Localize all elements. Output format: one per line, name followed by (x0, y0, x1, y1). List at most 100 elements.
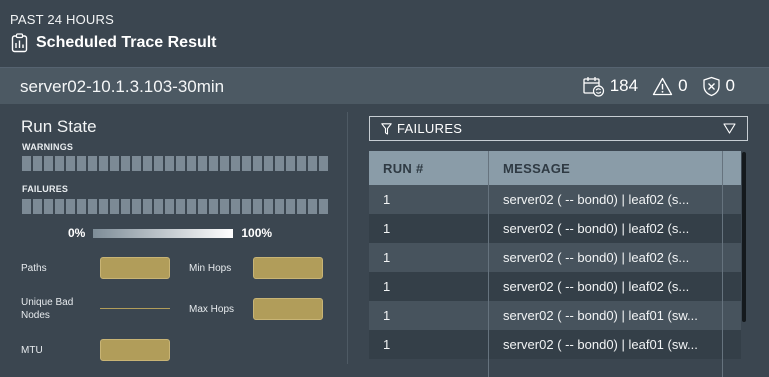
heatmap-cell[interactable] (209, 199, 218, 214)
message-cell: server02 ( -- bond0) | leaf01 (sw... (503, 337, 698, 352)
heatmap-cell[interactable] (209, 156, 218, 171)
heatmap-cell[interactable] (286, 199, 295, 214)
heatmap-cell[interactable] (121, 199, 130, 214)
message-cell: server02 ( -- bond0) | leaf02 (s... (503, 221, 690, 236)
filter-dropdown[interactable]: FAILURES (369, 116, 748, 141)
calendar-refresh-icon (583, 76, 604, 97)
table-row[interactable]: 1 server02 ( -- bond0) | leaf02 (s... (369, 214, 742, 243)
table-row[interactable]: 1 server02 ( -- bond0) | leaf01 (sw... (369, 330, 742, 359)
heatmap-cell[interactable] (297, 199, 306, 214)
run-number-cell: 1 (383, 279, 391, 294)
heatmap-cell[interactable] (176, 156, 185, 171)
run-number-cell: 1 (383, 250, 391, 265)
table-row[interactable]: 1 server02 ( -- bond0) | leaf02 (s... (369, 243, 742, 272)
min-hops-value-bar (253, 257, 323, 279)
heatmap-cell[interactable] (77, 199, 86, 214)
column-header-run[interactable]: RUN # (383, 161, 424, 176)
shield-x-icon (702, 76, 720, 96)
heatmap-cell[interactable] (308, 199, 317, 214)
unique-bad-nodes-label: Unique Bad Nodes (21, 297, 74, 321)
panel-divider (347, 112, 348, 364)
heatmap-cell[interactable] (242, 199, 251, 214)
heatmap-cell[interactable] (264, 199, 273, 214)
run-count-value: 184 (609, 76, 639, 95)
table-row[interactable]: 1 server02 ( -- bond0) | leaf01 (sw... (369, 301, 742, 330)
heatmap-legend: 0% 100% (68, 226, 272, 240)
heatmap-cell[interactable] (275, 199, 284, 214)
table-row[interactable]: 1 server02 ( -- bond0) | leaf02 (s... (369, 272, 742, 301)
max-hops-value-bar (253, 298, 323, 320)
legend-min: 0% (68, 226, 86, 240)
heatmap-cell[interactable] (176, 199, 185, 214)
heatmap-cell[interactable] (253, 199, 262, 214)
heatmap-cell[interactable] (220, 156, 229, 171)
heatmap-cell[interactable] (319, 199, 328, 214)
heatmap-cell[interactable] (198, 156, 207, 171)
message-cell: server02 ( -- bond0) | leaf02 (s... (503, 279, 690, 294)
heatmap-cell[interactable] (143, 199, 152, 214)
heatmap-cell[interactable] (187, 199, 196, 214)
heatmap-cell[interactable] (253, 156, 262, 171)
title-row: Scheduled Trace Result (11, 32, 217, 54)
heatmap-cell[interactable] (22, 156, 31, 171)
heatmap-cell[interactable] (264, 156, 273, 171)
heatmap-cell[interactable] (110, 199, 119, 214)
heatmap-cell[interactable] (165, 156, 174, 171)
heatmap-cell[interactable] (154, 199, 163, 214)
paths-value-bar (100, 257, 170, 279)
run-number-cell: 1 (383, 308, 391, 323)
message-cell: server02 ( -- bond0) | leaf02 (s... (503, 250, 690, 265)
heatmap-cell[interactable] (242, 156, 251, 171)
heatmap-cell[interactable] (77, 156, 86, 171)
failures-label: FAILURES (22, 184, 69, 194)
heatmap-cell[interactable] (231, 156, 240, 171)
heatmap-cell[interactable] (99, 199, 108, 214)
heatmap-cell[interactable] (231, 199, 240, 214)
legend-max: 100% (241, 226, 273, 240)
heatmap-cell[interactable] (220, 199, 229, 214)
heatmap-cell[interactable] (132, 199, 141, 214)
column-divider (722, 151, 723, 377)
heatmap-cell[interactable] (22, 199, 31, 214)
heatmap-cell[interactable] (165, 199, 174, 214)
trace-summary-bar: server02-10.1.3.103-30min 184 0 0 (0, 67, 769, 104)
table-row[interactable]: 1 server02 ( -- bond0) | leaf02 (s... (369, 185, 742, 214)
message-cell: server02 ( -- bond0) | leaf02 (s... (503, 192, 690, 207)
heatmap-cell[interactable] (308, 156, 317, 171)
failures-heatmap (22, 199, 330, 214)
table-header: RUN # MESSAGE (369, 151, 742, 185)
column-header-message[interactable]: MESSAGE (503, 161, 570, 176)
heatmap-cell[interactable] (319, 156, 328, 171)
table-scrollbar-thumb[interactable] (742, 152, 746, 322)
message-cell: server02 ( -- bond0) | leaf01 (sw... (503, 308, 698, 323)
heatmap-cell[interactable] (33, 156, 42, 171)
heatmap-cell[interactable] (55, 199, 64, 214)
heatmap-cell[interactable] (55, 156, 64, 171)
heatmap-cell[interactable] (143, 156, 152, 171)
heatmap-cell[interactable] (154, 156, 163, 171)
paths-label: Paths (21, 263, 47, 274)
heatmap-cell[interactable] (132, 156, 141, 171)
heatmap-cell[interactable] (44, 156, 53, 171)
heatmap-cell[interactable] (198, 199, 207, 214)
heatmap-cell[interactable] (99, 156, 108, 171)
heatmap-cell[interactable] (286, 156, 295, 171)
card-title: Scheduled Trace Result (36, 34, 217, 51)
heatmap-cell[interactable] (88, 199, 97, 214)
heatmap-cell[interactable] (110, 156, 119, 171)
heatmap-cell[interactable] (66, 156, 75, 171)
heatmap-cell[interactable] (44, 199, 53, 214)
warnings-heatmap (22, 156, 330, 171)
heatmap-cell[interactable] (121, 156, 130, 171)
trace-result-icon (11, 33, 28, 53)
heatmap-cell[interactable] (33, 199, 42, 214)
heatmap-cell[interactable] (66, 199, 75, 214)
filter-selected-value: FAILURES (397, 121, 463, 136)
heatmap-cell[interactable] (88, 156, 97, 171)
mtu-value-bar (100, 339, 170, 361)
heatmap-cell[interactable] (297, 156, 306, 171)
run-state-title: Run State (21, 117, 97, 136)
heatmap-cell[interactable] (187, 156, 196, 171)
heatmap-cell[interactable] (275, 156, 284, 171)
warnings-value: 0 (678, 76, 688, 95)
